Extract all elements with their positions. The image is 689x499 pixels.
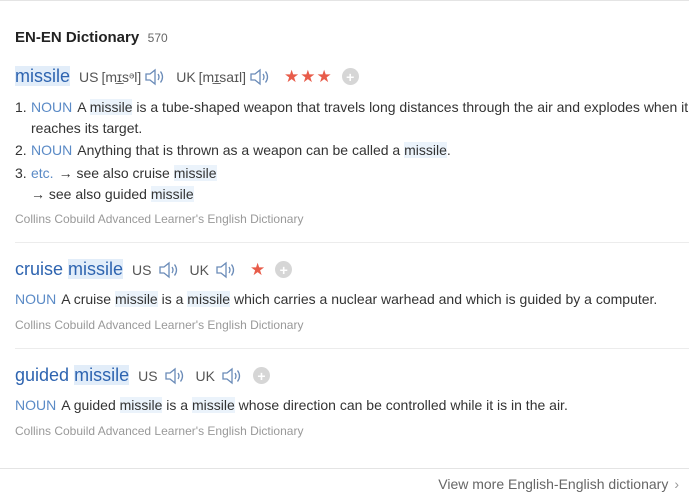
headword[interactable]: guided missile	[15, 365, 130, 386]
sense-1-cont: reaches its target.	[31, 120, 143, 136]
us-pronunciation: US [mɪ̲sᵊl]	[79, 67, 167, 87]
sense-1: NOUN A cruise missile is a missile which …	[15, 291, 658, 307]
sense-number: 3.	[15, 165, 27, 181]
entry-divider	[15, 242, 689, 243]
see-also-link[interactable]: → see also guided missile	[31, 186, 194, 202]
add-wordbook-icon[interactable]: +	[341, 68, 359, 85]
dictionary-source: Collins Cobuild Advanced Learner's Engli…	[15, 424, 304, 438]
dictionary-source: Collins Cobuild Advanced Learner's Engli…	[15, 212, 304, 226]
us-label: US	[138, 367, 158, 384]
highlight-term: missile	[187, 291, 231, 307]
sense-1: NOUN A missile is a tube-shaped weapon th…	[31, 99, 689, 115]
frequency-stars: ★★★	[283, 66, 333, 86]
chevron-right-icon: ›	[674, 476, 679, 492]
highlight-term: missile	[404, 142, 447, 158]
sense-number: 1.	[15, 99, 27, 115]
uk-pronunciation: UK	[196, 366, 244, 386]
sense-2: NOUN Anything that is thrown as a weapon …	[31, 142, 451, 158]
speaker-icon[interactable]	[214, 260, 238, 280]
sense-3: etc. → see also cruise missile	[31, 165, 217, 181]
headword[interactable]: missile	[15, 66, 71, 87]
uk-ipa: [mɪ̲saɪl]	[198, 68, 246, 85]
part-of-speech: etc.	[31, 165, 54, 181]
part-of-speech: NOUN	[15, 397, 57, 413]
uk-label: UK	[189, 261, 209, 278]
sense-number: 2.	[15, 142, 27, 158]
highlight-term: missile	[173, 165, 217, 181]
us-label: US	[132, 261, 152, 278]
add-wordbook-icon[interactable]: +	[275, 261, 293, 278]
see-also-link[interactable]: → see also cruise missile	[59, 165, 217, 181]
uk-pronunciation: UK [mɪ̲saɪl]	[176, 67, 272, 87]
view-more-link[interactable]: View more English-English dictionary ›	[438, 476, 679, 492]
dictionary-source: Collins Cobuild Advanced Learner's Engli…	[15, 318, 304, 332]
entry-divider	[15, 348, 689, 349]
part-of-speech: NOUN	[31, 142, 73, 158]
dictionary-header: EN-EN Dictionary 570	[15, 29, 168, 47]
entry-head-cruise-missile: cruise missile US UK ★ +	[15, 259, 293, 280]
speaker-icon[interactable]	[220, 366, 244, 386]
speaker-icon[interactable]	[143, 67, 167, 87]
footer-divider	[0, 468, 689, 469]
add-wordbook-icon[interactable]: +	[253, 367, 270, 384]
part-of-speech: NOUN	[15, 291, 57, 307]
frequency-stars: ★	[249, 259, 267, 279]
speaker-icon[interactable]	[157, 260, 181, 280]
highlight-term: missile	[119, 397, 163, 413]
headword-part: missile	[15, 66, 71, 86]
entry-head-missile: missile US [mɪ̲sᵊl] UK [mɪ̲saɪl] ★★★ +	[15, 66, 359, 87]
us-ipa: [mɪ̲sᵊl]	[101, 68, 142, 85]
highlight-term: missile	[89, 99, 133, 115]
sense-1: NOUN A guided missile is a missile whose …	[15, 397, 568, 413]
headword[interactable]: cruise missile	[15, 259, 124, 280]
entry-head-guided-missile: guided missile US UK +	[15, 365, 270, 386]
result-count: 570	[147, 31, 168, 45]
top-divider	[0, 0, 689, 1]
uk-label: UK	[195, 367, 215, 384]
us-pronunciation: US	[132, 260, 180, 280]
highlight-term: missile	[191, 397, 235, 413]
speaker-icon[interactable]	[163, 366, 187, 386]
uk-pronunciation: UK	[190, 260, 238, 280]
us-label: US	[79, 68, 99, 85]
uk-label: UK	[176, 68, 196, 85]
speaker-icon[interactable]	[248, 67, 272, 87]
dictionary-title: EN-EN Dictionary	[15, 29, 140, 46]
highlight-term: missile	[150, 186, 194, 202]
us-pronunciation: US	[138, 366, 186, 386]
part-of-speech: NOUN	[31, 99, 73, 115]
highlight-term: missile	[114, 291, 158, 307]
